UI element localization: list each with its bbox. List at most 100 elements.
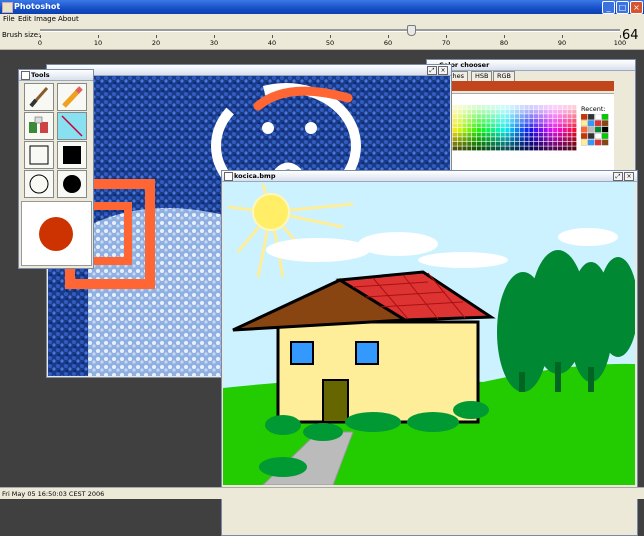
color-swatch[interactable] — [534, 128, 539, 132]
color-swatch[interactable] — [476, 132, 481, 137]
menu-image[interactable]: Image — [34, 15, 56, 23]
color-swatch[interactable] — [510, 105, 515, 109]
color-swatch[interactable] — [467, 114, 472, 119]
color-swatch[interactable] — [562, 105, 567, 109]
color-swatch[interactable] — [567, 137, 572, 142]
color-swatch[interactable] — [553, 114, 558, 119]
color-swatch[interactable] — [486, 137, 491, 142]
color-swatch[interactable] — [562, 109, 567, 114]
close-button[interactable]: × — [630, 1, 643, 14]
color-swatch[interactable] — [543, 109, 548, 114]
color-swatch[interactable] — [553, 109, 558, 114]
color-swatch[interactable] — [462, 137, 467, 142]
color-swatch[interactable] — [519, 132, 524, 137]
color-swatch[interactable] — [500, 109, 505, 114]
color-swatch[interactable] — [543, 105, 548, 109]
color-swatch[interactable] — [514, 105, 520, 109]
color-swatch[interactable] — [495, 123, 501, 128]
color-swatch[interactable] — [452, 109, 458, 114]
menu-edit[interactable]: Edit — [18, 15, 32, 23]
color-swatch[interactable] — [505, 128, 510, 132]
color-swatch[interactable] — [548, 128, 553, 132]
recent-swatch[interactable] — [601, 139, 609, 146]
color-swatch[interactable] — [481, 137, 486, 142]
rect-filled-tool-button[interactable] — [57, 141, 87, 169]
color-swatch[interactable] — [457, 128, 462, 132]
color-swatch[interactable] — [476, 128, 481, 132]
recent-swatch[interactable] — [581, 133, 588, 139]
color-swatch[interactable] — [543, 114, 548, 119]
color-swatch[interactable] — [572, 118, 577, 123]
color-swatch[interactable] — [486, 141, 491, 146]
recent-swatch[interactable] — [581, 114, 588, 120]
color-swatch[interactable] — [505, 137, 510, 142]
color-swatch[interactable] — [500, 132, 505, 137]
color-swatch[interactable] — [529, 123, 534, 128]
color-swatch[interactable] — [457, 105, 462, 109]
color-swatch[interactable] — [572, 114, 577, 119]
color-swatch[interactable] — [538, 137, 543, 142]
color-swatch[interactable] — [510, 137, 515, 142]
frame-maximize-icon[interactable]: ⤢ — [427, 66, 437, 75]
color-swatch[interactable] — [467, 137, 472, 142]
recent-swatch[interactable] — [601, 120, 609, 127]
color-swatch[interactable] — [529, 109, 534, 114]
color-swatch[interactable] — [538, 118, 543, 123]
recent-swatch[interactable] — [587, 133, 595, 139]
color-swatch[interactable] — [567, 146, 572, 151]
color-swatch[interactable] — [495, 105, 501, 109]
color-swatch[interactable] — [562, 137, 567, 142]
recent-swatch[interactable] — [594, 133, 602, 139]
color-swatch[interactable] — [491, 105, 496, 109]
color-swatch[interactable] — [500, 123, 505, 128]
color-swatch[interactable] — [510, 128, 515, 132]
color-swatch[interactable] — [548, 123, 553, 128]
color-swatch[interactable] — [457, 141, 462, 146]
color-swatch[interactable] — [572, 123, 577, 128]
color-swatch[interactable] — [500, 118, 505, 123]
color-swatch[interactable] — [548, 114, 553, 119]
kocica-titlebar[interactable]: kocica.bmp ⤢ × — [222, 171, 637, 182]
color-swatch[interactable] — [553, 141, 558, 146]
recent-swatch[interactable] — [581, 126, 588, 133]
color-swatch[interactable] — [476, 114, 481, 119]
color-swatch[interactable] — [510, 141, 515, 146]
recent-swatch-grid[interactable] — [581, 114, 609, 146]
color-swatch[interactable] — [481, 118, 486, 123]
color-swatch[interactable] — [538, 132, 543, 137]
color-swatch[interactable] — [467, 146, 472, 151]
color-swatch[interactable] — [553, 137, 558, 142]
color-swatch[interactable] — [471, 141, 477, 146]
color-swatch[interactable] — [471, 128, 477, 132]
color-swatch[interactable] — [505, 141, 510, 146]
brush-tool-button[interactable] — [24, 83, 54, 111]
color-swatch[interactable] — [486, 109, 491, 114]
color-swatch[interactable] — [452, 128, 458, 132]
color-swatch[interactable] — [557, 118, 563, 123]
color-swatch[interactable] — [534, 137, 539, 142]
color-swatch[interactable] — [524, 114, 529, 119]
color-swatch[interactable] — [476, 118, 481, 123]
color-swatch[interactable] — [514, 146, 520, 151]
color-swatch[interactable] — [567, 132, 572, 137]
color-swatch[interactable] — [491, 132, 496, 137]
fill-tool-button[interactable] — [24, 112, 54, 140]
color-swatch[interactable] — [524, 137, 529, 142]
color-swatch[interactable] — [462, 128, 467, 132]
color-swatch[interactable] — [514, 118, 520, 123]
color-swatch[interactable] — [524, 132, 529, 137]
color-swatch[interactable] — [495, 114, 501, 119]
color-swatch[interactable] — [462, 141, 467, 146]
color-swatch[interactable] — [462, 132, 467, 137]
color-swatch[interactable] — [538, 146, 543, 151]
color-swatch[interactable] — [471, 137, 477, 142]
color-swatch[interactable] — [567, 141, 572, 146]
color-swatch[interactable] — [567, 109, 572, 114]
color-swatch[interactable] — [500, 146, 505, 151]
kocica-maximize-icon[interactable]: ⤢ — [613, 172, 623, 181]
color-swatch[interactable] — [548, 132, 553, 137]
recent-swatch[interactable] — [601, 126, 609, 133]
color-swatch[interactable] — [572, 105, 577, 109]
color-swatch[interactable] — [495, 141, 501, 146]
brush-size-slider-thumb[interactable] — [407, 25, 417, 36]
